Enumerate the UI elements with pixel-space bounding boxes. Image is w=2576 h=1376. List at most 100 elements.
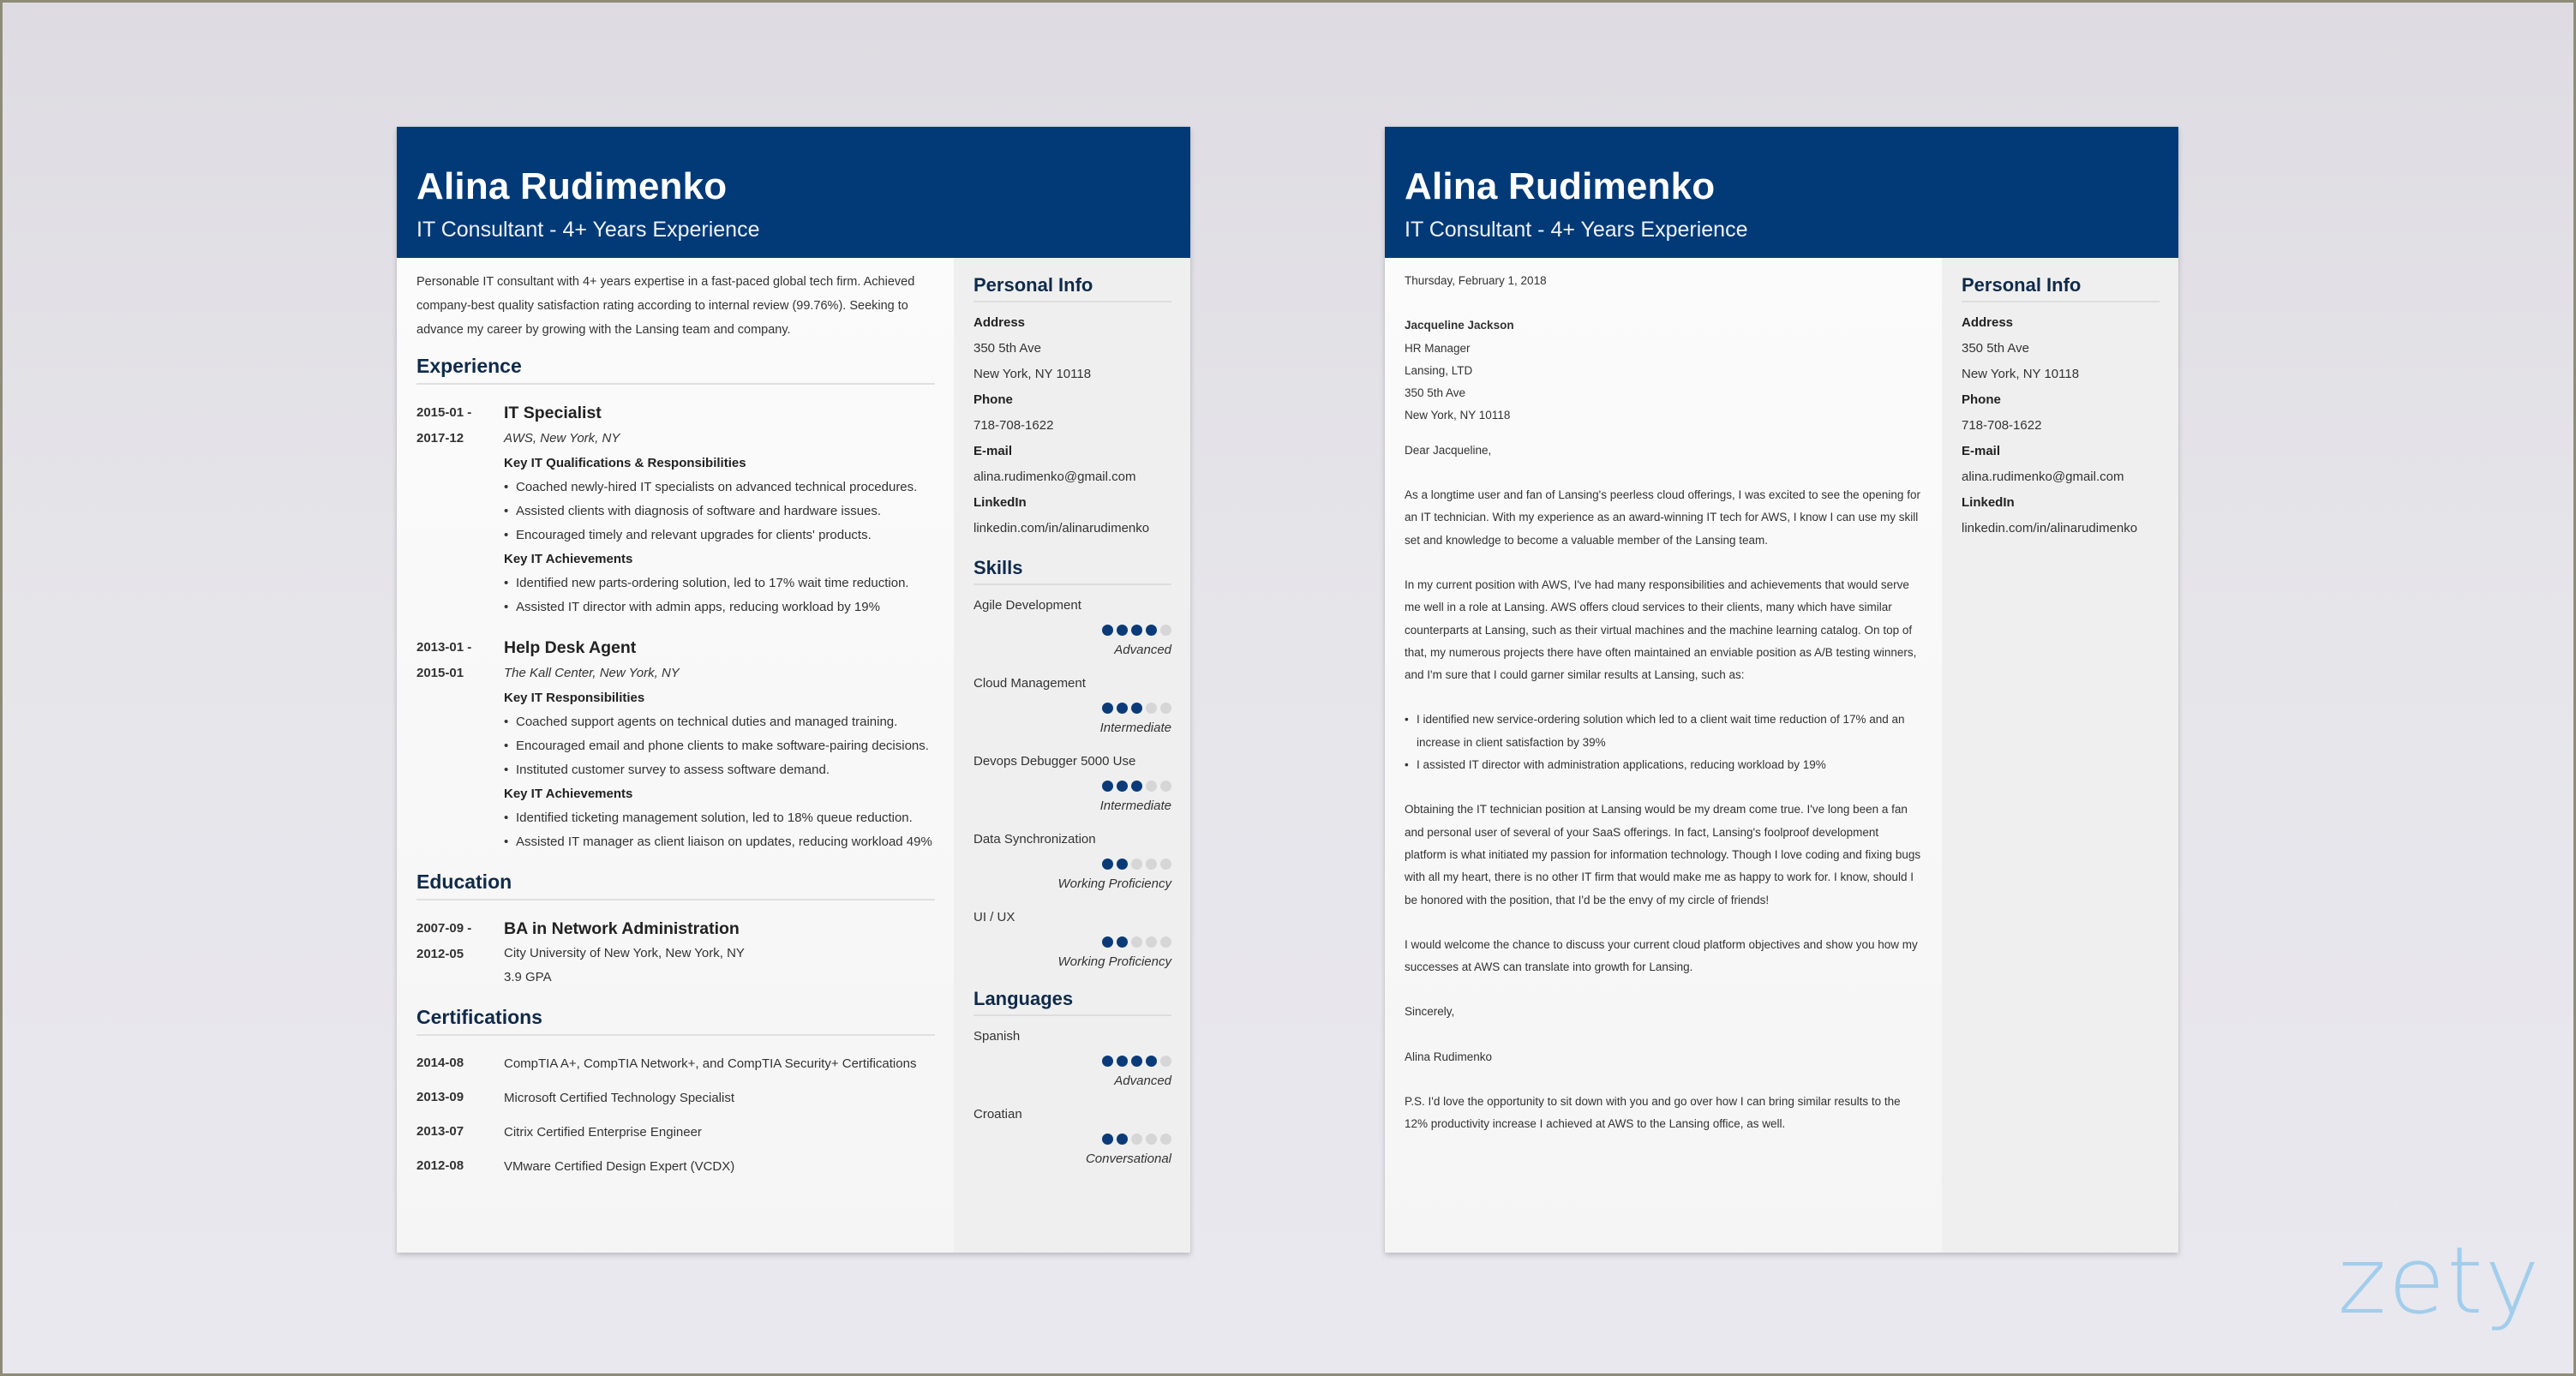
letter-closing: Sincerely, (1405, 1005, 1455, 1019)
job-bullet-list: Coached newly-hired IT specialists on ad… (504, 476, 935, 547)
skill-item: Devops Debugger 5000 Use Intermediate (973, 753, 1171, 814)
education-school: City University of New York, New York, N… (504, 946, 745, 960)
language-item: Spanish Advanced (973, 1028, 1171, 1089)
letter-paragraph-4: I would welcome the chance to discuss yo… (1405, 937, 1918, 974)
rating-dot-filled-icon (1131, 625, 1142, 636)
letter-signature: Alina Rudimenko (1405, 1050, 1493, 1063)
job-title: IT Specialist (504, 404, 602, 422)
skill-item: UI / UX Working Proficiency (973, 909, 1171, 970)
rating-dot-filled-icon (1117, 936, 1128, 948)
skill-item: Cloud Management Intermediate (973, 675, 1171, 736)
letter-address-label: Address (1962, 315, 2014, 330)
letter-postscript: P.S. I'd love the opportunity to sit dow… (1405, 1095, 1901, 1131)
letter-bullet: I identified new service-ordering soluti… (1405, 709, 1923, 754)
education-degree: BA in Network Administration (504, 919, 740, 938)
skill-name: Cloud Management (973, 676, 1086, 691)
rating-dot-filled-icon (1117, 781, 1128, 792)
skill-name: UI / UX (973, 910, 1015, 924)
personal-info-heading: Personal Info (973, 273, 1171, 302)
letter-phone-value: 718-708-1622 (1962, 418, 2042, 433)
letter-address-line1: 350 5th Ave (1962, 341, 2029, 356)
skills-heading: Skills (973, 556, 1171, 585)
experience-entry: 2015-01 - 2017-12 IT Specialist AWS, New Yo… (416, 400, 935, 619)
rating-dot-empty-icon (1146, 936, 1157, 948)
rating-dot-empty-icon (1160, 625, 1171, 636)
letter-sidebar: Personal Info Address 350 5th Ave New Yo… (1942, 258, 2178, 1253)
skill-item: Data Synchronization Working Proficiency (973, 831, 1171, 892)
language-item: Croatian Conversational (973, 1106, 1171, 1167)
job-date-start: 2013-01 - (416, 640, 472, 655)
address-line1: 350 5th Ave (973, 341, 1041, 356)
job-subheading: Key IT Achievements (504, 552, 633, 566)
rating-dot-empty-icon (1160, 781, 1171, 792)
certifications-heading: Certifications (416, 1005, 935, 1036)
phone-label: Phone (973, 392, 1013, 407)
job-details: IT Specialist AWS, New York, NY Key IT Qua… (504, 400, 935, 619)
job-bullet: Identified new parts-ordering solution, … (504, 571, 935, 595)
linkedin-label: LinkedIn (973, 495, 1027, 510)
experience-heading: Experience (416, 354, 935, 385)
job-bullet-list: Identified ticketing management solution… (504, 806, 935, 854)
certification-name: CompTIA A+, CompTIA Network+, and CompTI… (504, 1056, 917, 1071)
address-line2: New York, NY 10118 (973, 367, 1092, 381)
rating-dot-empty-icon (1160, 1056, 1171, 1067)
rating-dot-empty-icon (1160, 1134, 1171, 1145)
address-label: Address (973, 315, 1026, 330)
letter-address-line2: New York, NY 10118 (1962, 367, 2080, 381)
rating-dot-empty-icon (1160, 703, 1171, 714)
letter-subtitle: IT Consultant - 4+ Years Experience (1405, 218, 1748, 242)
certification-entry: 2014-08 CompTIA A+, CompTIA Network+, and… (416, 1051, 935, 1077)
rating-dot-empty-icon (1131, 936, 1142, 948)
resume-subtitle: IT Consultant - 4+ Years Experience (416, 218, 760, 242)
skill-name: Data Synchronization (973, 832, 1096, 847)
letter-linkedin-label: LinkedIn (1962, 495, 2015, 510)
letter-main-column: Thursday, February 1, 2018 Jacqueline Ja… (1385, 258, 1942, 1253)
job-bullet: Assisted IT manager as client liaison on… (504, 830, 935, 854)
education-dates: 2007-09 - 2012-05 (416, 916, 504, 990)
skill-level: Working Proficiency (1057, 876, 1171, 891)
rating-dot-filled-icon (1117, 1056, 1128, 1067)
experience-list: 2015-01 - 2017-12 IT Specialist AWS, New Yo… (416, 400, 935, 854)
letter-phone-label: Phone (1962, 392, 2001, 407)
resume-summary: Personable IT consultant with 4+ years e… (416, 275, 915, 337)
certification-entry: 2012-08 VMware Certified Design Expert (V… (416, 1154, 935, 1180)
education-gpa: 3.9 GPA (504, 970, 552, 984)
rating-dot-empty-icon (1131, 859, 1142, 870)
letter-linkedin-link[interactable]: linkedin.com/in/alinarudimenko (1962, 520, 2160, 537)
skills-list: Agile Development Advanced Cloud Managemen… (973, 597, 1171, 970)
linkedin-link[interactable]: linkedin.com/in/alinarudimenko (973, 520, 1171, 537)
certification-name: Citrix Certified Enterprise Engineer (504, 1125, 702, 1140)
job-title: Help Desk Agent (504, 638, 637, 657)
job-bullet: Coached support agents on technical duti… (504, 710, 935, 734)
rating-dot-filled-icon (1102, 936, 1113, 948)
resume-header: Alina Rudimenko IT Consultant - 4+ Years… (397, 127, 1190, 258)
letter-date: Thursday, February 1, 2018 (1405, 274, 1547, 287)
language-rating-dots (973, 1134, 1171, 1145)
letter-email-link[interactable]: alina.rudimenko@gmail.com (1962, 469, 2160, 486)
job-subheading: Key IT Responsibilities (504, 691, 645, 705)
education-date-end: 2012-05 (416, 947, 464, 961)
letter-bullet: I assisted IT director with administrati… (1405, 754, 1923, 777)
recipient-title: HR Manager (1405, 341, 1471, 355)
languages-heading: Languages (973, 987, 1171, 1016)
job-subheading: Key IT Qualifications & Responsibilities (504, 456, 746, 470)
rating-dot-empty-icon (1146, 781, 1157, 792)
rating-dot-filled-icon (1146, 1056, 1157, 1067)
rating-dot-filled-icon (1117, 625, 1128, 636)
email-link[interactable]: alina.rudimenko@gmail.com (973, 469, 1171, 486)
rating-dot-filled-icon (1102, 625, 1113, 636)
rating-dot-filled-icon (1102, 1134, 1113, 1145)
rating-dot-empty-icon (1160, 936, 1171, 948)
cover-letter-page: Alina Rudimenko IT Consultant - 4+ Years… (1385, 127, 2178, 1253)
resume-main-column: Personable IT consultant with 4+ years e… (397, 258, 954, 1253)
letter-paragraph-3: Obtaining the IT technician position at … (1405, 803, 1921, 906)
rating-dot-empty-icon (1131, 1134, 1142, 1145)
languages-list: Spanish Advanced Croatian Conversational (973, 1028, 1171, 1167)
skill-name: Devops Debugger 5000 Use (973, 754, 1136, 769)
certification-entry: 2013-09 Microsoft Certified Technology Sp… (416, 1086, 935, 1111)
certifications-list: 2014-08 CompTIA A+, CompTIA Network+, and… (416, 1051, 935, 1180)
email-label: E-mail (973, 444, 1013, 458)
job-bullet: Encouraged timely and relevant upgrades … (504, 523, 935, 547)
zety-logo: zety (2338, 1228, 2542, 1335)
job-bullet: Coached newly-hired IT specialists on ad… (504, 476, 935, 500)
